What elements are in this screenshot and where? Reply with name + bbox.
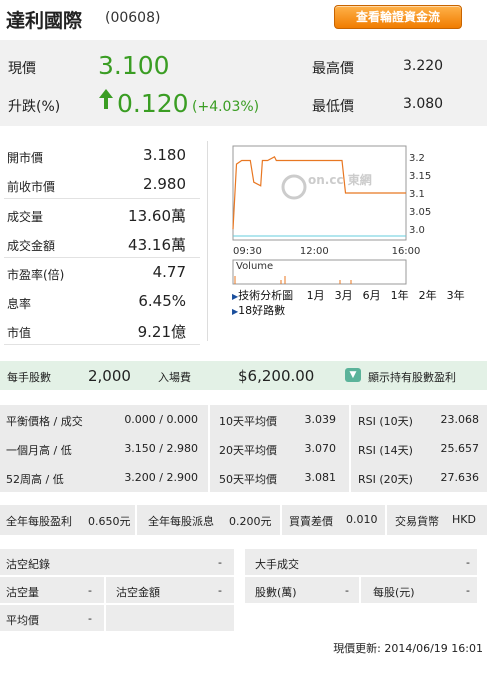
range-link[interactable]: 1月 [307,289,325,302]
avg-price-value: - [88,612,92,625]
short-qty-value: - [88,584,92,597]
short-record-label: 沽空紀錄 [6,558,50,571]
shares-label: 股數(萬) [255,586,297,599]
short-amt-value: - [218,584,222,597]
price-label: 現價 [8,61,36,77]
stat-label: 息率 [7,297,32,311]
lot-label: 每手股數 [7,371,51,384]
short-amt-label: 沽空金額 [116,586,160,599]
holding-profit-button[interactable]: 顯示持有股數盈利 [368,369,456,385]
indicator-a-label: 平衡價格 / 成交 [6,415,83,428]
range-link[interactable]: 2年 [419,289,437,302]
y-tick-label: 3.2 [409,153,425,164]
per-share-label: 每股(元) [373,586,415,599]
up-arrow-icon [98,88,114,113]
intraday-chart: on.cc 東網 3.2 3.15 3.1 3.05 3.0 09:30 12:00 16:… [228,142,438,292]
lot-value: 2,000 [88,367,131,385]
eps-label: 全年每股盈利 [6,515,72,528]
y-tick-label: 3.0 [409,225,425,236]
stock-code: (00608) [105,10,161,26]
dps-value: 0.200元 [229,515,272,528]
y-tick-label: 3.1 [409,189,425,200]
indicator-c-label: RSI (20天) [358,473,413,486]
empty-box [106,605,234,631]
range-link[interactable]: 3年 [447,289,465,302]
volume-label: Volume [236,261,273,272]
avg-price-label: 平均價 [6,614,39,627]
change-value: 0.120 [117,89,189,118]
entry-value: $6,200.00 [238,367,315,385]
stat-label: 開市價 [7,151,44,165]
indicator-b-val: 3.070 [304,442,337,455]
per-share-value: - [466,584,470,597]
eps-value: 0.650元 [88,515,131,528]
stat-value: 2.980 [143,175,186,193]
fund-flow-button[interactable]: 查看輪證資金流 [334,5,462,29]
chart-links: ▶技術分析圖 1月 3月 6月 1年 2年 3年 [232,289,465,302]
currency-value: HKD [452,513,476,526]
shares-value: - [345,584,349,597]
stat-value: 3.180 [143,146,186,164]
stat-label: 成交金額 [7,239,56,253]
x-tick-label: 12:00 [300,246,329,257]
low-label: 最低價 [312,99,354,115]
indicator-c-val: 25.657 [440,442,480,455]
big-trade-value: - [466,556,470,569]
y-tick-label: 3.15 [409,171,431,182]
indicator-c-label: RSI (14天) [358,444,413,457]
spread-label: 買賣差價 [289,515,333,528]
high-value: 3.220 [403,58,444,74]
tech-chart-link[interactable]: 技術分析圖 [238,289,293,302]
big-trade-label: 大手成交 [255,558,299,571]
short-qty-label: 沽空量 [6,586,39,599]
dps-label: 全年每股派息 [148,515,214,528]
currency-label: 交易貨幣 [395,515,439,528]
indicator-b-val: 3.081 [304,471,337,484]
stock-name: 達利國際 [6,10,83,32]
stat-value: 9.21億 [137,323,186,341]
high-label: 最高價 [312,61,354,77]
stat-value: 6.45% [138,292,186,310]
indicator-c-val: 27.636 [440,471,480,484]
stat-value: 43.16萬 [128,236,186,254]
stat-label: 成交量 [7,210,44,224]
stat-label: 市盈率(倍) [7,268,65,282]
indicator-b-label: 20天平均價 [219,444,277,457]
update-time: 現價更新: 2014/06/19 16:01 [333,642,483,655]
indicator-b-label: 50天平均價 [219,473,277,486]
indicator-a-label: 一個月高 / 低 [6,444,72,457]
low-value: 3.080 [403,96,444,112]
spread-value: 0.010 [346,513,378,526]
news-link[interactable]: 18好路數 [238,304,285,317]
x-tick-label: 09:30 [233,246,262,257]
watermark-text: on.cc 東網 [308,172,372,187]
y-tick-label: 3.05 [409,207,431,218]
chevron-down-icon[interactable]: ▼ [345,368,361,382]
change-label: 升跌(%) [8,99,61,115]
indicator-a-label: 52周高 / 低 [6,473,64,486]
short-record-value: - [218,556,222,569]
indicator-b-label: 10天平均價 [219,415,277,428]
price-value: 3.100 [98,51,170,80]
indicator-c-val: 23.068 [440,413,480,426]
indicator-a-val: 3.150 / 2.980 [124,442,198,455]
indicator-a-val: 3.200 / 2.900 [124,471,198,484]
range-link[interactable]: 1年 [391,289,409,302]
x-tick-label: 16:00 [392,246,421,257]
stats-divider [207,141,208,341]
indicator-b-val: 3.039 [304,413,337,426]
indicator-a-val: 0.000 / 0.000 [124,413,198,426]
stat-value: 13.60萬 [128,207,186,225]
stat-label: 市值 [7,326,32,340]
range-link[interactable]: 3月 [335,289,353,302]
stat-label: 前收市價 [7,180,56,194]
range-link[interactable]: 6月 [363,289,381,302]
entry-label: 入場費 [158,371,191,384]
news-link-row: ▶18好路數 [232,304,286,317]
change-pct: (+4.03%) [192,99,260,115]
indicator-c-label: RSI (10天) [358,415,413,428]
stat-value: 4.77 [152,263,186,281]
